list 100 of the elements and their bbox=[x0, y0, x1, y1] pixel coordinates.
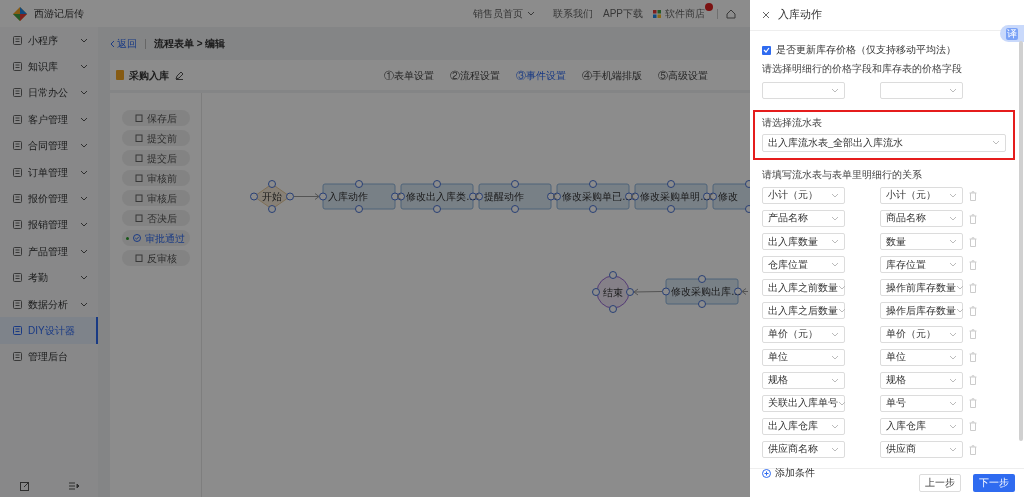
chevron-down-icon bbox=[949, 447, 957, 453]
chevron-down-icon bbox=[831, 193, 839, 198]
select-field[interactable]: 出入库仓库 bbox=[762, 417, 845, 435]
back-link[interactable]: 返回 bbox=[110, 36, 137, 51]
chevron-down-icon bbox=[80, 64, 88, 70]
sidebar-item[interactable]: DIY设计器 bbox=[0, 317, 98, 344]
select-field[interactable]: 单位 bbox=[880, 348, 963, 366]
trash-icon bbox=[969, 259, 977, 270]
previous-button[interactable]: 上一步 bbox=[919, 474, 961, 492]
select-field[interactable]: 出入库数量 bbox=[762, 233, 845, 251]
chevron-down-icon bbox=[80, 116, 88, 122]
check-circle-icon bbox=[133, 234, 141, 242]
select-field[interactable] bbox=[762, 81, 845, 99]
chevron-down-icon bbox=[949, 239, 957, 245]
select-field[interactable]: 数量 bbox=[880, 233, 963, 251]
nav-link[interactable]: 联系我们 bbox=[553, 6, 593, 21]
flow-node[interactable]: 修改采购单明… bbox=[631, 180, 711, 213]
nav-link[interactable]: 软件商店 bbox=[653, 6, 705, 21]
event-item[interactable]: 否决后 bbox=[121, 210, 190, 226]
event-item[interactable]: 保存后 bbox=[121, 110, 190, 126]
field-label: 请选择明细行的价格字段和库存表的价格字段 bbox=[762, 62, 963, 77]
select-field[interactable]: 仓库位置 bbox=[762, 256, 845, 274]
trash-icon bbox=[969, 421, 977, 432]
clipboard-icon bbox=[134, 254, 143, 262]
flow-node[interactable]: 入库动作 bbox=[319, 180, 399, 213]
event-item[interactable]: 审批通过 bbox=[121, 230, 190, 246]
sidebar-item[interactable]: 报价管理 bbox=[0, 185, 98, 212]
sidebar-item[interactable]: 产品管理 bbox=[0, 238, 98, 265]
select-field[interactable]: 库存位置 bbox=[880, 256, 963, 274]
select-field[interactable]: 规格 bbox=[880, 371, 963, 389]
chevron-down-icon bbox=[831, 262, 839, 268]
trash-icon bbox=[969, 305, 977, 316]
event-item[interactable]: 反审核 bbox=[121, 250, 190, 266]
field-label: 请选择流水表 bbox=[762, 115, 823, 130]
select-field[interactable]: 单价（元） bbox=[762, 325, 845, 343]
checkbox[interactable] bbox=[762, 45, 771, 55]
sidebar-item[interactable]: 考勤 bbox=[0, 264, 98, 291]
step-tab[interactable]: ②流程设置 bbox=[450, 67, 500, 83]
sidebar-item[interactable]: 小程序 bbox=[0, 27, 98, 54]
select-field[interactable]: 小计（元） bbox=[880, 187, 963, 204]
flow-node[interactable]: 修改采购出库… bbox=[662, 275, 742, 308]
flow-node[interactable]: 提醒动作 bbox=[475, 180, 555, 213]
nav-dropdown[interactable]: 销售员首页 bbox=[473, 6, 535, 21]
connector-arrow bbox=[293, 193, 320, 200]
sidebar-item[interactable]: 报销管理 bbox=[0, 211, 98, 239]
collapse-icon bbox=[68, 481, 79, 491]
step-tab[interactable]: ④手机端排版 bbox=[582, 67, 642, 83]
chevron-down-icon bbox=[992, 140, 1000, 146]
select-field[interactable]: 供应商名称 bbox=[762, 441, 845, 459]
connector-arrow bbox=[741, 288, 749, 295]
chevron-down-icon bbox=[80, 37, 88, 43]
select-field[interactable]: 小计（元） bbox=[762, 187, 845, 204]
step-tab[interactable]: ⑤高级设置 bbox=[658, 67, 708, 83]
step-tab[interactable]: ①表单设置 bbox=[384, 67, 434, 83]
sidebar-item[interactable]: 知识库 bbox=[0, 53, 98, 80]
chevron-down-icon bbox=[80, 222, 88, 228]
select-field[interactable]: 出入库流水表_全部出入库流水 bbox=[762, 133, 1006, 152]
scrollbar[interactable] bbox=[1019, 41, 1023, 441]
select-field[interactable]: 操作前库存数量 bbox=[880, 279, 963, 297]
form-title: 采购入库 bbox=[129, 68, 169, 83]
checkbox-option[interactable]: 是否更新库存价格（仅支持移动平均法） bbox=[762, 43, 1010, 58]
event-item[interactable]: 提交前 bbox=[121, 130, 190, 146]
flow-node[interactable]: 修改采购单已… bbox=[553, 180, 633, 213]
select-field[interactable]: 产品名称 bbox=[762, 210, 845, 228]
sidebar-item[interactable]: 合同管理 bbox=[0, 132, 98, 159]
page-icon bbox=[13, 35, 22, 45]
select-field[interactable]: 操作后库存数量 bbox=[880, 302, 963, 320]
event-item[interactable]: 提交后 bbox=[121, 150, 190, 166]
select-field[interactable]: 商品名称 bbox=[880, 210, 963, 228]
translate-button[interactable]: 译 bbox=[1000, 25, 1024, 42]
page-icon bbox=[13, 326, 22, 335]
sidebar-item[interactable]: 日常办公 bbox=[0, 79, 98, 107]
nav-link[interactable]: APP下载 bbox=[603, 6, 643, 21]
select-field[interactable]: 单位 bbox=[762, 348, 845, 366]
chevron-left-icon bbox=[110, 39, 115, 48]
chevron-down-icon bbox=[831, 239, 839, 245]
sidebar-item[interactable]: 客户管理 bbox=[0, 106, 98, 133]
chevron-down-icon bbox=[831, 354, 839, 360]
next-button[interactable]: 下一步 bbox=[973, 474, 1015, 492]
chevron-down-icon bbox=[956, 285, 964, 291]
step-tab[interactable]: ③事件设置 bbox=[516, 67, 566, 83]
select-field[interactable] bbox=[880, 81, 963, 99]
select-field[interactable]: 单号 bbox=[880, 394, 963, 412]
event-item[interactable]: 审核后 bbox=[121, 190, 190, 206]
chevron-down-icon bbox=[949, 354, 957, 360]
select-field[interactable]: 规格 bbox=[762, 371, 845, 389]
select-field[interactable]: 关联出入库单号 bbox=[762, 394, 845, 412]
chevron-down-icon bbox=[80, 90, 88, 96]
select-field[interactable]: 单价（元） bbox=[880, 325, 963, 343]
event-item[interactable]: 审核前 bbox=[121, 170, 190, 186]
flow-node[interactable]: 开始 bbox=[250, 180, 294, 213]
select-field[interactable]: 出入库之后数量 bbox=[762, 302, 845, 320]
sidebar-item[interactable]: 订单管理 bbox=[0, 158, 98, 186]
connector-arrow bbox=[633, 288, 663, 296]
select-field[interactable]: 出入库之前数量 bbox=[762, 279, 845, 297]
select-field[interactable]: 入库仓库 bbox=[880, 417, 963, 435]
select-field[interactable]: 供应商 bbox=[880, 441, 963, 459]
trash-icon bbox=[969, 236, 977, 247]
flow-node[interactable]: 修改出入库类… bbox=[397, 180, 477, 213]
chevron-down-icon bbox=[949, 331, 957, 337]
